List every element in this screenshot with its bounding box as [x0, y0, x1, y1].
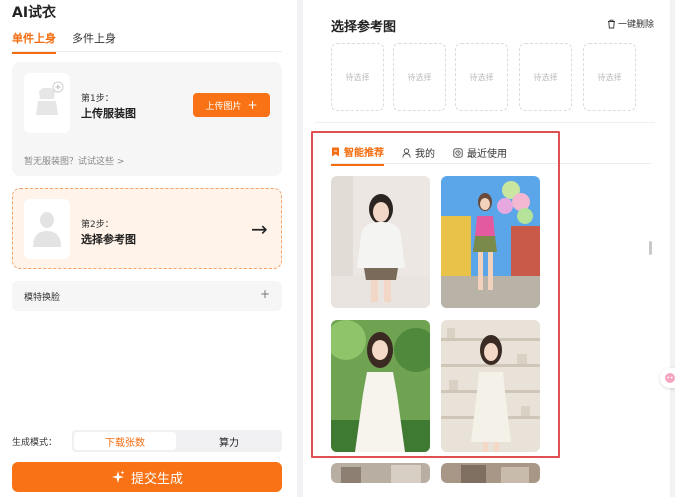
- assistant-icon: [665, 373, 675, 383]
- reference-slot[interactable]: 待选择: [393, 43, 446, 111]
- upload-image-button[interactable]: 上传图片 +: [193, 93, 270, 117]
- reference-slot[interactable]: 待选择: [455, 43, 508, 111]
- mode-option-download-count[interactable]: 下载张数: [74, 432, 176, 450]
- submit-generate-button[interactable]: 提交生成: [12, 462, 282, 492]
- step2-label: 第2步：: [81, 220, 114, 230]
- section-divider: [315, 122, 655, 123]
- clear-all-button[interactable]: 一键删除: [607, 17, 654, 30]
- app-title: AI试衣: [12, 5, 57, 21]
- try-samples-link[interactable]: 暂无服装图？试试这些 >: [24, 154, 124, 167]
- plus-icon: +: [247, 98, 258, 112]
- step1-label: 第1步：: [81, 94, 114, 104]
- left-panel: AI试衣 单件上身 多件上身 第1步： 上传服装图 上传图片 + 暂无服装图？试…: [0, 0, 297, 497]
- select-reference-card[interactable]: 第2步： 选择参考图 →: [12, 188, 282, 269]
- floating-assistant-button[interactable]: [660, 368, 675, 388]
- mode-option-compute[interactable]: 算力: [178, 432, 280, 450]
- scrollbar-thumb[interactable]: [649, 241, 652, 255]
- face-swap-label: 模特换脸: [24, 293, 61, 303]
- reference-slot[interactable]: 待选择: [331, 43, 384, 111]
- face-swap-row[interactable]: 模特换脸 +: [12, 281, 282, 311]
- generation-mode-segmented: 下载张数 算力: [72, 430, 282, 452]
- reference-photo-partial[interactable]: [331, 463, 430, 483]
- reference-photo-partial[interactable]: [441, 463, 540, 483]
- reference-title: 选择参考图: [331, 20, 397, 35]
- upload-garment-card: 第1步： 上传服装图 上传图片 + 暂无服装图？试试这些 >: [12, 62, 282, 176]
- arrow-right-icon[interactable]: →: [251, 217, 268, 241]
- clear-all-label: 一键删除: [618, 20, 655, 30]
- submit-label: 提交生成: [130, 471, 183, 487]
- photo-image: [441, 463, 540, 483]
- right-panel: 选择参考图 一键删除 待选择 待选择 待选择 待选择 待选择 智能推荐 我的 最…: [303, 0, 675, 497]
- garment-placeholder-thumb[interactable]: [24, 73, 70, 133]
- garment-icon: [36, 81, 64, 115]
- upload-button-label: 上传图片: [205, 101, 242, 112]
- photo-image: [331, 463, 430, 483]
- sparkle-icon: [111, 470, 125, 483]
- reference-slot[interactable]: 待选择: [583, 43, 636, 111]
- trash-icon: [608, 19, 615, 28]
- step1-title: 上传服装图: [81, 107, 136, 120]
- generation-mode-row: 生成模式： 下载张数 算力: [12, 430, 282, 452]
- reference-slot[interactable]: 待选择: [519, 43, 572, 111]
- tab-divider: [12, 51, 282, 52]
- generation-mode-label: 生成模式：: [12, 438, 58, 448]
- person-placeholder-thumb: [24, 199, 70, 259]
- person-silhouette-icon: [33, 212, 61, 247]
- reference-panel: 选择参考图 一键删除 待选择 待选择 待选择 待选择 待选择 智能推荐 我的 最…: [303, 0, 670, 497]
- step2-title: 选择参考图: [81, 233, 136, 246]
- plus-icon: +: [259, 287, 270, 301]
- highlight-box: [311, 131, 560, 458]
